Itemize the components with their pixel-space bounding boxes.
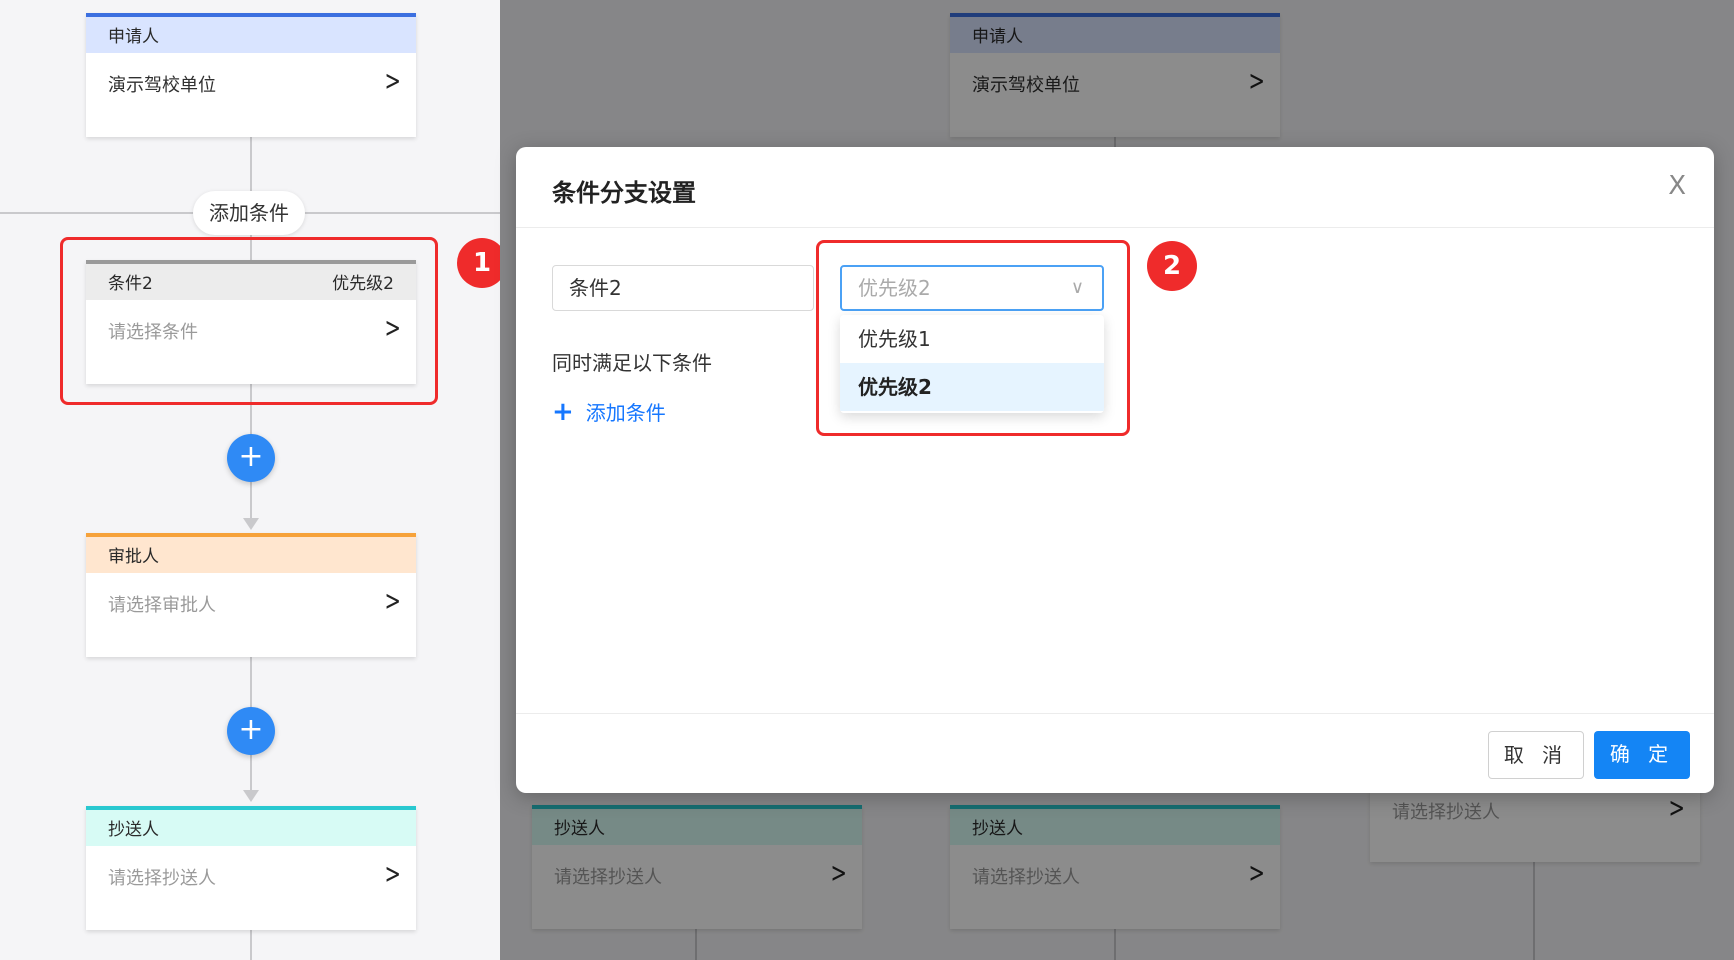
highlight-box-2 xyxy=(816,240,1130,436)
cc-placeholder: 请选择抄送人 xyxy=(108,868,216,889)
applicant-value: 演示驾校单位 xyxy=(108,75,216,96)
applicant-card-title: 申请人 xyxy=(108,27,159,47)
cc-card[interactable]: 抄送人 请选择抄送人 > xyxy=(86,806,416,930)
chevron-right-icon: > xyxy=(384,584,401,617)
modal-header-divider xyxy=(516,227,1714,228)
approver-card-title: 审批人 xyxy=(108,547,159,567)
applicant-card[interactable]: 申请人 演示驾校单位 > xyxy=(86,13,416,137)
approver-card-body: 请选择审批人 > xyxy=(86,573,416,617)
add-condition-label: 添加条件 xyxy=(585,401,666,425)
confirm-button[interactable]: 确 定 xyxy=(1594,731,1690,779)
approver-placeholder: 请选择审批人 xyxy=(108,595,216,616)
arrow-down-icon xyxy=(243,790,259,802)
connector-line xyxy=(250,928,252,960)
conditions-label: 同时满足以下条件 xyxy=(552,351,712,375)
add-condition-link[interactable]: + 添加条件 xyxy=(552,397,666,427)
close-icon[interactable]: X xyxy=(1668,171,1686,201)
approver-card[interactable]: 审批人 请选择审批人 > xyxy=(86,533,416,657)
condition-branch-modal: 条件分支设置 X 条件2 优先级2 ∨ 优先级1 优先级2 同时满足以下条件 +… xyxy=(516,147,1714,793)
cc-card-title: 抄送人 xyxy=(108,820,159,840)
add-node-button[interactable]: + xyxy=(227,707,275,755)
modal-title: 条件分支设置 xyxy=(552,179,696,207)
add-condition-pill[interactable]: 添加条件 xyxy=(193,191,305,235)
cc-card-header: 抄送人 xyxy=(86,806,416,846)
cancel-button[interactable]: 取 消 xyxy=(1488,731,1584,779)
chevron-right-icon: > xyxy=(384,64,401,97)
plus-icon: + xyxy=(552,397,574,427)
applicant-card-body: 演示驾校单位 > xyxy=(86,53,416,97)
add-node-button[interactable]: + xyxy=(227,434,275,482)
condition-name-input[interactable]: 条件2 xyxy=(552,265,814,311)
step-badge-2: 2 xyxy=(1147,241,1197,291)
chevron-right-icon: > xyxy=(384,857,401,890)
arrow-down-icon xyxy=(243,518,259,530)
highlight-box-1 xyxy=(60,237,438,405)
applicant-card-header: 申请人 xyxy=(86,13,416,53)
approver-card-header: 审批人 xyxy=(86,533,416,573)
modal-footer-divider xyxy=(516,713,1714,714)
cc-card-body: 请选择抄送人 > xyxy=(86,846,416,890)
